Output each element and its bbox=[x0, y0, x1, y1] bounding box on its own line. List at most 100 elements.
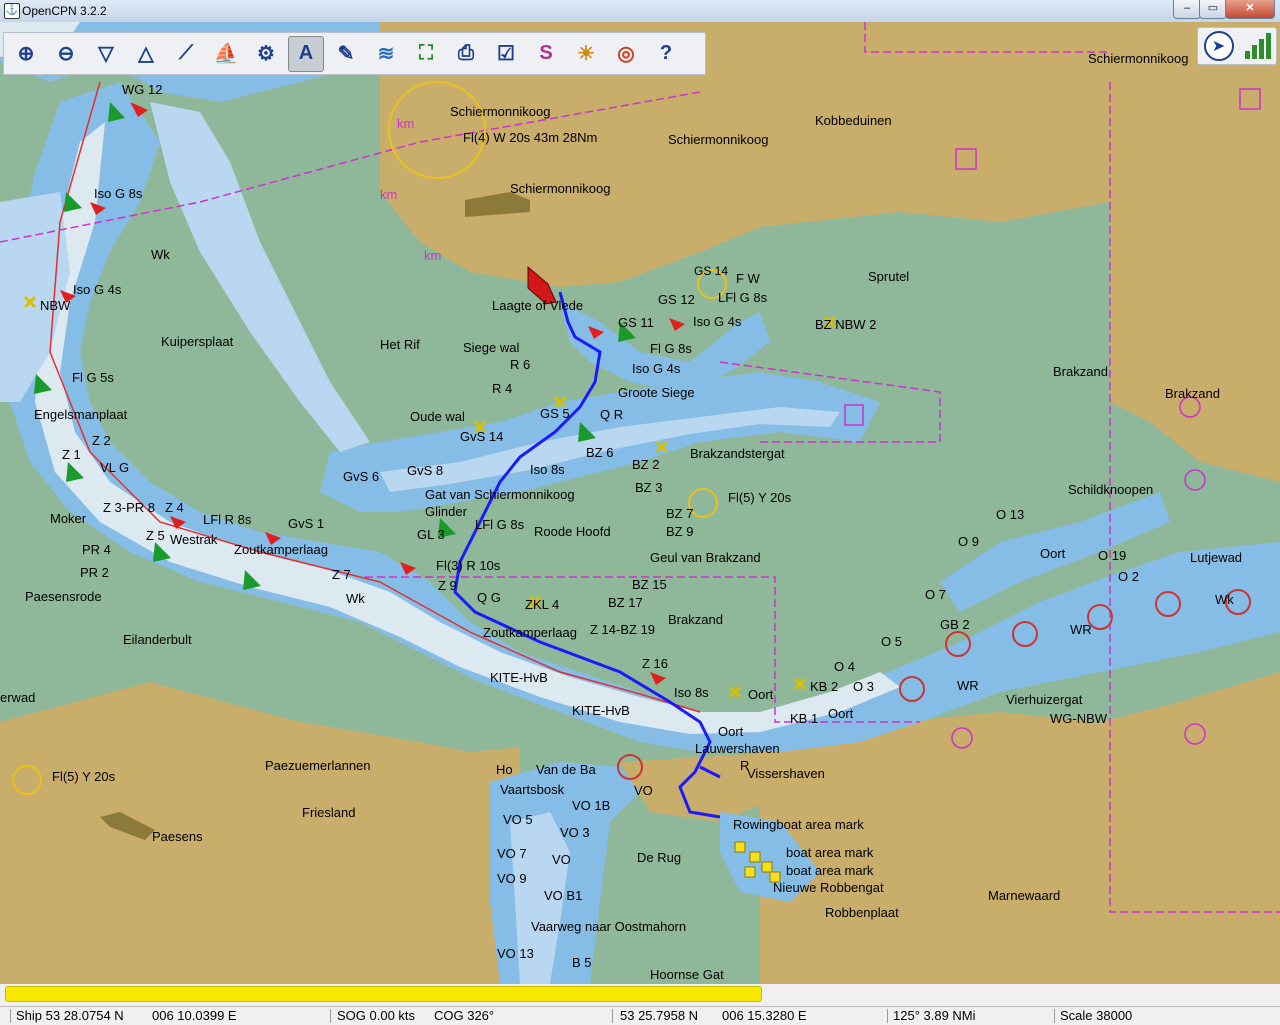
map-label: Z 5 bbox=[146, 528, 165, 543]
map-label: WG 12 bbox=[122, 82, 163, 97]
map-label: NBW bbox=[40, 298, 71, 313]
map-label: BZ NBW 2 bbox=[815, 317, 877, 332]
minimize-button[interactable]: – bbox=[1173, 0, 1201, 19]
route-icon: ⟋ bbox=[179, 42, 193, 64]
map-label: GL 3 bbox=[417, 527, 445, 542]
map-label: Schiermonnikoog bbox=[450, 104, 551, 119]
map-label: WG-NBW bbox=[1050, 711, 1108, 726]
route-manager-button[interactable]: ☑ bbox=[488, 36, 524, 72]
map-label: BZ 15 bbox=[632, 577, 667, 592]
map-label: Z 16 bbox=[642, 656, 669, 671]
zoom-in-button[interactable]: ⊕ bbox=[8, 36, 44, 72]
map-label: Oort bbox=[718, 724, 744, 739]
map-label: O 9 bbox=[958, 534, 979, 549]
auto-follow-button[interactable]: ⛵ bbox=[208, 36, 244, 72]
map-label: Vissershaven bbox=[747, 766, 825, 781]
map-label: Schiermonnikoog bbox=[510, 181, 611, 196]
ais-button[interactable]: ⛶ bbox=[408, 36, 444, 72]
map-label: Z 7 bbox=[332, 567, 351, 582]
print-button[interactable]: ⎙ bbox=[448, 36, 484, 72]
map-label: LFl G 8s bbox=[475, 517, 525, 532]
map-label: BZ 17 bbox=[608, 595, 643, 610]
maximize-button[interactable]: ▭ bbox=[1199, 0, 1227, 19]
route-button[interactable]: ⟋ bbox=[168, 36, 204, 72]
map-label: O 4 bbox=[834, 659, 855, 674]
ship-latitude: Ship 53 28.0754 N bbox=[16, 1008, 124, 1023]
chart-scale-down-button[interactable]: ▽ bbox=[88, 36, 124, 72]
map-label: LFl G 8s bbox=[718, 290, 768, 305]
map-label: VL G bbox=[100, 460, 130, 475]
map-label: Marnewaard bbox=[988, 888, 1061, 903]
map-label: PR 2 bbox=[80, 565, 109, 580]
map-label: GvS 14 bbox=[460, 429, 504, 444]
map-label: Brakzand bbox=[1165, 386, 1220, 401]
compass-icon[interactable]: ➤ bbox=[1203, 31, 1234, 61]
map-label: VO B1 bbox=[544, 888, 583, 903]
map-label: Lutjewad bbox=[1190, 550, 1243, 565]
map-label: VO 13 bbox=[497, 946, 534, 961]
map-label: BZ 3 bbox=[635, 480, 663, 495]
map-label: Z 2 bbox=[92, 433, 111, 448]
map-label: BZ 2 bbox=[632, 457, 660, 472]
course-over-ground: COG 326° bbox=[434, 1008, 495, 1023]
map-label: BZ 9 bbox=[666, 524, 694, 539]
map-label: Brakzand bbox=[668, 612, 723, 627]
map-label: BZ 7 bbox=[666, 506, 694, 521]
map-label: Oort bbox=[1040, 546, 1066, 561]
map-label: Schildknoopen bbox=[1068, 482, 1154, 497]
settings-button[interactable]: ⚙ bbox=[248, 36, 284, 72]
chart-scale-down-icon: ▽ bbox=[98, 43, 114, 65]
map-label: O 7 bbox=[925, 587, 946, 602]
map-label: Wk bbox=[346, 591, 365, 606]
map-label: VO bbox=[634, 783, 653, 798]
help-icon: ? bbox=[659, 42, 673, 64]
map-label: GvS 1 bbox=[288, 516, 325, 531]
map-label: Paesensrode bbox=[25, 589, 102, 604]
status-bar: Ship 53 28.0754 N 006 10.0399 E SOG 0.00… bbox=[0, 1006, 1280, 1025]
map-label: boat area mark bbox=[786, 845, 874, 860]
chart-scale-up-button[interactable]: △ bbox=[128, 36, 164, 72]
map-label: Schiermonnikoog bbox=[668, 132, 769, 147]
map-label: Wk bbox=[1215, 592, 1234, 607]
current-button[interactable]: ✎ bbox=[328, 36, 364, 72]
bearing-distance: 125° 3.89 NMi bbox=[893, 1008, 976, 1023]
route-manager-icon: ☑ bbox=[497, 43, 515, 65]
map-label: Q R bbox=[600, 407, 624, 422]
chart-scale: Scale 38000 bbox=[1060, 1008, 1133, 1023]
compass-widget[interactable]: ➤ bbox=[1197, 27, 1277, 65]
zoom-out-icon: ⊖ bbox=[57, 43, 75, 65]
tide-icon: ≋ bbox=[377, 43, 395, 65]
map-label: Zoutkamperlaag bbox=[234, 542, 328, 557]
map-label: GvS 6 bbox=[343, 469, 380, 484]
map-label: GvS 8 bbox=[407, 463, 444, 478]
map-label: Iso G 4s bbox=[632, 361, 681, 376]
mob-button[interactable]: ◎ bbox=[608, 36, 644, 72]
text-toggle-button[interactable]: A bbox=[288, 35, 324, 72]
map-label: VO 5 bbox=[503, 812, 533, 827]
map-label: O 2 bbox=[1118, 569, 1139, 584]
zoom-in-icon: ⊕ bbox=[17, 43, 35, 65]
map-label: LFl R 8s bbox=[203, 512, 252, 527]
map-label: Vaartsbosk bbox=[500, 782, 565, 797]
map-label: Lauwershaven bbox=[695, 741, 780, 756]
map-label: R 4 bbox=[492, 381, 513, 396]
map-label: Kuipersplaat bbox=[161, 334, 234, 349]
map-label: Brakzand bbox=[1053, 364, 1108, 379]
map-label: VO 7 bbox=[497, 846, 527, 861]
map-label: De Rug bbox=[637, 850, 682, 865]
map-label: Z 4 bbox=[165, 500, 184, 515]
map-label: Rowingboat area mark bbox=[733, 817, 864, 832]
map-label: Gat van Schiermonnikoog bbox=[425, 487, 575, 502]
help-button[interactable]: ? bbox=[648, 36, 684, 72]
map-label: Iso 8s bbox=[530, 462, 565, 477]
color-scheme-button[interactable]: ☀ bbox=[568, 36, 604, 72]
map-label: VO bbox=[552, 852, 571, 867]
track-button[interactable]: S bbox=[528, 36, 564, 72]
zoom-out-button[interactable]: ⊖ bbox=[48, 36, 84, 72]
map-label: Paezuemerlannen bbox=[265, 758, 371, 773]
chart-canvas[interactable]: Schiermonnikoog Fl(4) W 20s 43m 28Nm Sch… bbox=[0, 22, 1280, 984]
map-label: WR bbox=[957, 678, 979, 693]
close-button[interactable]: ✕ bbox=[1225, 0, 1275, 19]
tide-button[interactable]: ≋ bbox=[368, 36, 404, 72]
map-label: KB 2 bbox=[810, 679, 839, 694]
